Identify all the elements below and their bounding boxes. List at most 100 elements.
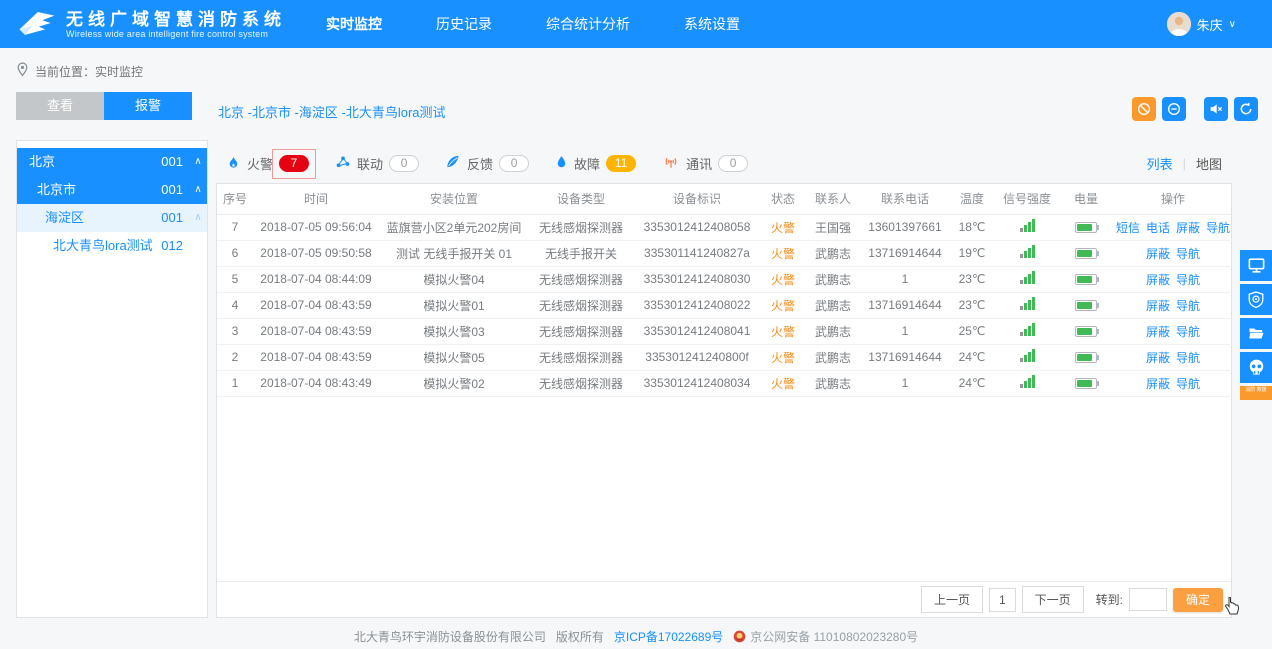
skull-icon[interactable]: [1240, 352, 1272, 383]
filter-chip-联动[interactable]: 联动0: [335, 154, 419, 173]
nav-item-实时监控[interactable]: 实时监控: [326, 14, 382, 34]
prev-page-button[interactable]: 上一页: [921, 586, 983, 613]
folder-icon[interactable]: [1240, 318, 1272, 349]
filter-chip-故障[interactable]: 故障11: [555, 154, 636, 173]
view-list-link[interactable]: 列表: [1147, 154, 1173, 173]
tree-node-北大青鸟lora测试[interactable]: 北大青鸟lora测试012: [17, 232, 207, 260]
cell-actions: 屏蔽导航: [1113, 266, 1233, 292]
filter-label: 联动: [357, 154, 383, 173]
cell-no: 6: [217, 240, 253, 266]
nav-item-系统设置[interactable]: 系统设置: [684, 14, 740, 34]
action-link-屏蔽[interactable]: 屏蔽: [1146, 351, 1170, 365]
table-row: 62018-07-05 09:50:58测试 无线手报开关 01无线手报开关33…: [217, 240, 1233, 266]
battery-full-icon: [1059, 214, 1113, 240]
action-link-屏蔽[interactable]: 屏蔽: [1146, 299, 1170, 313]
tree-node-北京[interactable]: 北京001∧: [17, 148, 207, 176]
footer-police: 京公网安备 11010802023280号: [733, 628, 918, 645]
action-link-导航[interactable]: 导航: [1206, 221, 1230, 235]
tree-node-海淀区[interactable]: 海淀区001∧: [17, 204, 207, 232]
breadcrumb-label: 当前位置：实时监控: [35, 63, 143, 80]
footer: 北大青鸟环宇消防设备股份有限公司 版权所有 京ICP备17022689号 京公网…: [0, 628, 1272, 645]
battery-full-icon: [1075, 248, 1097, 259]
cell-time: 2018-07-04 08:43:49: [253, 370, 379, 396]
action-link-电话[interactable]: 电话: [1146, 221, 1170, 235]
filter-chip-火警[interactable]: 火警7: [226, 154, 309, 173]
action-link-屏蔽[interactable]: 屏蔽: [1176, 221, 1200, 235]
table-row: 12018-07-04 08:43:49模拟火警02无线感烟探测器3353012…: [217, 370, 1233, 396]
refresh-icon[interactable]: [1234, 97, 1258, 121]
next-page-button[interactable]: 下一页: [1022, 586, 1084, 613]
filter-chip-反馈[interactable]: 反馈0: [445, 154, 529, 173]
filter-badge-wrap: 0: [499, 155, 529, 172]
monitor-icon[interactable]: [1240, 250, 1272, 281]
footer-copyright: 版权所有: [556, 628, 604, 645]
action-link-导航[interactable]: 导航: [1176, 273, 1200, 287]
feedback-icon: [445, 154, 461, 172]
filter-chip-通讯[interactable]: 通讯0: [662, 154, 748, 173]
nav-item-综合统计分析[interactable]: 综合统计分析: [546, 14, 630, 34]
column-header-设备类型: 设备类型: [529, 184, 633, 214]
mute-icon[interactable]: [1204, 97, 1228, 121]
column-header-设备标识: 设备标识: [633, 184, 761, 214]
cell-location: 测试 无线手报开关 01: [379, 240, 529, 266]
cell-temperature: 24℃: [949, 344, 995, 370]
cell-temperature: 24℃: [949, 370, 995, 396]
footer-icp-link[interactable]: 京ICP备17022689号: [614, 628, 723, 645]
action-link-导航[interactable]: 导航: [1176, 299, 1200, 313]
tree-node-北京市[interactable]: 北京市001∧: [17, 176, 207, 204]
confirm-button[interactable]: 确定: [1173, 588, 1223, 612]
view-map-link[interactable]: 地图: [1196, 154, 1222, 173]
content: 火警7联动0反馈0故障11通讯0 列表 | 地图 序号时间安装位置设备类型设备标…: [216, 140, 1232, 618]
side-orange-tag[interactable]: 消防 救援: [1240, 386, 1272, 400]
shield-gear-icon[interactable]: [1240, 284, 1272, 315]
battery-full-icon: [1059, 370, 1113, 396]
alarm-toolbar: [1132, 97, 1258, 121]
action-link-屏蔽[interactable]: 屏蔽: [1146, 325, 1170, 339]
signal-4-bars-icon: [1020, 323, 1035, 336]
action-link-短信[interactable]: 短信: [1116, 221, 1140, 235]
column-header-电量: 电量: [1059, 184, 1113, 214]
cell-temperature: 23℃: [949, 292, 995, 318]
emblem-icon: [733, 630, 746, 643]
filter-badge-wrap: 11: [606, 155, 636, 172]
signal-4-bars-icon: [995, 266, 1059, 292]
circle-minus-icon[interactable]: [1162, 97, 1186, 121]
page-number-button[interactable]: 1: [989, 588, 1016, 612]
user-menu[interactable]: 朱庆 ∨: [1167, 0, 1236, 48]
action-link-导航[interactable]: 导航: [1176, 247, 1200, 261]
cell-actions: 屏蔽导航: [1113, 318, 1233, 344]
cell-device-type: 无线感烟探测器: [529, 318, 633, 344]
nav-item-历史记录[interactable]: 历史记录: [436, 14, 492, 34]
chevron-up-icon: ∧: [189, 204, 207, 232]
action-link-屏蔽[interactable]: 屏蔽: [1146, 377, 1170, 391]
cell-time: 2018-07-05 09:50:58: [253, 240, 379, 266]
action-link-导航[interactable]: 导航: [1176, 325, 1200, 339]
action-link-导航[interactable]: 导航: [1176, 351, 1200, 365]
view-switch: 列表 | 地图: [1147, 154, 1222, 173]
signal-4-bars-icon: [995, 292, 1059, 318]
tab-报警[interactable]: 报警: [104, 92, 192, 120]
cell-contact: 武鹏志: [805, 370, 861, 396]
cell-location: 模拟火警02: [379, 370, 529, 396]
cell-status: 火警: [761, 240, 805, 266]
chevron-up-icon: ∧: [189, 148, 207, 176]
goto-page-input[interactable]: [1129, 588, 1167, 611]
cell-phone: 13601397661: [861, 214, 949, 240]
tree-node-label: 北京市: [37, 176, 161, 204]
column-header-状态: 状态: [761, 184, 805, 214]
signal-4-bars-icon: [1020, 349, 1035, 362]
tab-查看[interactable]: 查看: [16, 92, 104, 120]
footer-company: 北大青鸟环宇消防设备股份有限公司: [354, 628, 546, 645]
action-link-导航[interactable]: 导航: [1176, 377, 1200, 391]
cell-actions: 屏蔽导航: [1113, 344, 1233, 370]
cell-device-type: 无线感烟探测器: [529, 266, 633, 292]
cell-device-type: 无线感烟探测器: [529, 370, 633, 396]
action-link-屏蔽[interactable]: 屏蔽: [1146, 273, 1170, 287]
cell-device-type: 无线感烟探测器: [529, 214, 633, 240]
brand: 无线广域智慧消防系统 Wireless wide area intelligen…: [0, 7, 286, 42]
alarm-table: 序号时间安装位置设备类型设备标识状态联系人联系电话温度信号强度电量操作 7201…: [217, 184, 1233, 397]
prohibit-icon[interactable]: [1132, 97, 1156, 121]
action-link-屏蔽[interactable]: 屏蔽: [1146, 247, 1170, 261]
cell-contact: 武鹏志: [805, 318, 861, 344]
cell-status: 火警: [761, 344, 805, 370]
